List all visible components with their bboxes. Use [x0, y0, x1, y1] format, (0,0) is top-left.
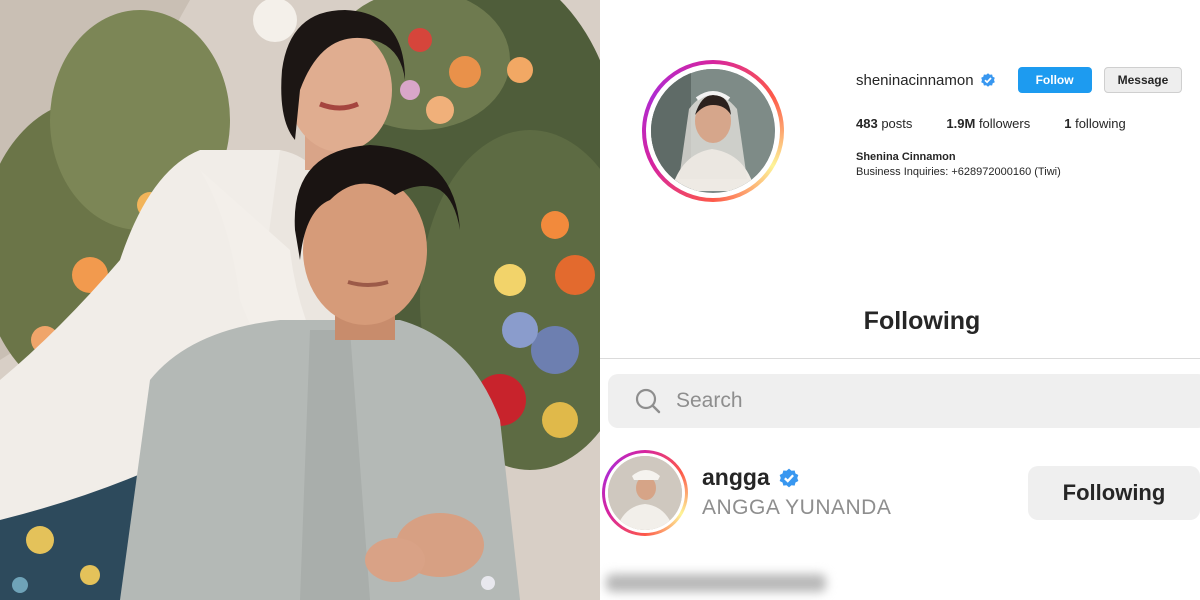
couple-photo-illustration [0, 0, 600, 600]
followers-count: 1.9M [946, 116, 976, 131]
followers-stat[interactable]: 1.9M followers [946, 116, 1030, 131]
posts-label: posts [881, 116, 913, 131]
following-stat[interactable]: 1 following [1064, 116, 1125, 131]
modal-divider [600, 358, 1200, 359]
blurred-text [606, 574, 826, 592]
list-item-avatar-image [608, 456, 682, 530]
following-label: following [1075, 116, 1126, 131]
profile-avatar-border [646, 64, 780, 198]
following-list-item[interactable]: angga ANGGA YUNANDA Following [600, 446, 1200, 542]
list-item-avatar-border [605, 453, 685, 533]
posts-stat[interactable]: 483 posts [856, 116, 912, 131]
verified-badge-icon [779, 468, 799, 487]
profile-stats: 483 posts 1.9M followers 1 following [856, 116, 1126, 131]
list-item-avatar[interactable] [602, 450, 688, 536]
search-icon [635, 388, 661, 414]
profile-bio: Business Inquiries: +628972000160 (Tiwi) [856, 166, 1061, 178]
search-bar[interactable] [608, 374, 1200, 428]
verified-badge-icon [980, 73, 995, 87]
list-item-user-row: angga [702, 464, 800, 491]
profile-username[interactable]: sheninacinnamon [856, 72, 974, 89]
next-list-item-blurred [606, 568, 836, 598]
profile-avatar[interactable] [642, 60, 784, 202]
followers-label: followers [978, 116, 1031, 131]
instagram-profile-panel: sheninacinnamon Follow Message 483 posts… [600, 0, 1200, 600]
list-item-avatar-illustration [608, 456, 682, 530]
following-count: 1 [1064, 116, 1072, 131]
profile-full-name: Shenina Cinnamon [856, 151, 956, 163]
message-button[interactable]: Message [1103, 67, 1183, 93]
following-modal-title: Following [863, 307, 981, 335]
list-item-username[interactable]: angga [702, 464, 770, 491]
following-button[interactable]: Following [1028, 466, 1200, 520]
couple-photo [0, 0, 600, 600]
posts-count: 483 [856, 116, 878, 131]
profile-avatar-illustration [651, 69, 773, 191]
search-input[interactable] [676, 389, 1136, 413]
follow-button[interactable]: Follow [1017, 67, 1092, 93]
list-item-full-name: ANGGA YUNANDA [702, 496, 892, 519]
profile-avatar-image [651, 69, 775, 193]
profile-header: sheninacinnamon Follow Message [856, 66, 1183, 94]
